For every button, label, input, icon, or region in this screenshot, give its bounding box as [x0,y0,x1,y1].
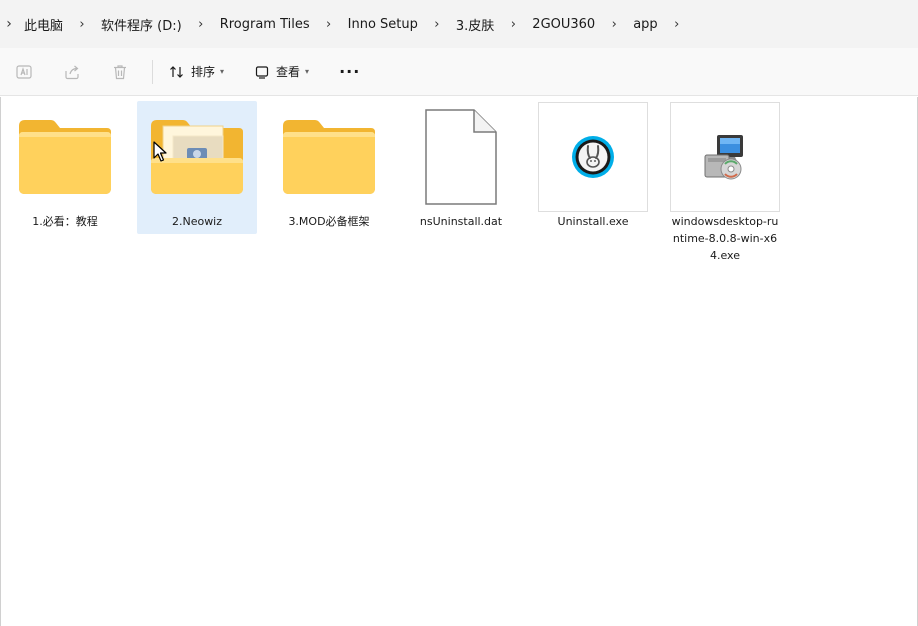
file-name: 1.必看：教程 [32,215,98,228]
chevron-right-icon[interactable]: › [424,17,450,32]
thumbnail-frame [670,102,780,212]
chevron-right-icon[interactable]: › [664,17,690,32]
more-options-button[interactable]: ··· [331,62,368,81]
delete-icon [114,64,126,79]
file-item-uninstall-exe[interactable]: Uninstall.exe [533,101,653,234]
exe-thumbnail [665,101,785,213]
breadcrumb-label[interactable]: 软件程序 (D:) [95,11,188,38]
breadcrumb-app[interactable]: app › [627,13,689,36]
file-name: Uninstall.exe [557,215,629,228]
file-name: windowsdesktop-runtime-8.0.8-win-x64.exe [671,215,779,262]
breadcrumb-this-pc[interactable]: 此电脑 › [18,11,95,38]
sort-label: 排序 [191,65,216,79]
chevron-right-icon[interactable]: › [500,17,526,32]
file-item-nsuninstall-dat[interactable]: nsUninstall.dat [401,101,521,234]
breadcrumb-rrogram-tiles[interactable]: Rrogram Tiles › [214,13,342,36]
file-name: 2.Neowiz [171,215,223,228]
chevron-right-icon[interactable]: › [188,17,214,32]
file-item-folder-tutorial[interactable]: 1.必看：教程 [5,101,125,234]
breadcrumb-label[interactable]: Inno Setup [342,13,424,36]
chevron-right-icon[interactable]: › [0,16,18,32]
sort-icon [169,64,185,80]
share-button[interactable] [56,56,88,88]
chevron-down-icon: ▾ [220,67,225,76]
breadcrumb-inno-setup[interactable]: Inno Setup › [342,13,450,36]
breadcrumb-2gou360[interactable]: 2GOU360 › [526,13,627,36]
breadcrumb-label[interactable]: 2GOU360 [526,13,601,36]
command-bar: 排序 ▾ 查看 ▾ ··· [0,48,918,96]
file-item-folder-mod-framework[interactable]: 3.MOD必备框架 [269,101,389,234]
mouse-cursor-icon [153,141,167,162]
chevron-right-icon[interactable]: › [69,17,95,32]
file-name: nsUninstall.dat [419,215,503,228]
exe-thumbnail [533,101,653,213]
share-icon [65,65,79,79]
rabbit-logo-icon [572,136,614,178]
breadcrumb-label[interactable]: 此电脑 [18,11,69,38]
view-label: 查看 [276,65,301,79]
address-bar[interactable]: › 此电脑 › 软件程序 (D:) › Rrogram Tiles › Inno… [0,0,918,48]
document-icon [401,101,521,213]
file-item-windowsdesktop-runtime-exe[interactable]: windowsdesktop-runtime-8.0.8-win-x64.exe [665,101,785,268]
chevron-right-icon[interactable]: › [601,17,627,32]
rename-button[interactable] [8,56,40,88]
view-icon [254,64,270,80]
breadcrumb-label[interactable]: 3.皮肤 [450,11,500,38]
breadcrumb-drive-d[interactable]: 软件程序 (D:) › [95,11,214,38]
folder-icon [5,101,125,213]
file-name: 3.MOD必备框架 [288,215,370,228]
file-view[interactable]: 1.必看：教程 2.Neowiz 3.MOD必备框架 nsUninstall.d… [0,97,918,626]
breadcrumb-label[interactable]: app [627,13,663,36]
thumbnail-frame [538,102,648,212]
file-item-folder-neowiz[interactable]: 2.Neowiz [137,101,257,234]
installer-icon [704,135,743,180]
folder-icon [269,101,389,213]
rename-icon [16,64,32,79]
breadcrumb-skin[interactable]: 3.皮肤 › [450,11,526,38]
chevron-right-icon[interactable]: › [316,17,342,32]
breadcrumb-label[interactable]: Rrogram Tiles [214,13,316,36]
toolbar-divider [152,59,153,84]
chevron-down-icon: ▾ [305,67,310,76]
view-button[interactable]: 查看 ▾ [246,56,317,88]
delete-button[interactable] [104,56,136,88]
sort-button[interactable]: 排序 ▾ [161,56,232,88]
